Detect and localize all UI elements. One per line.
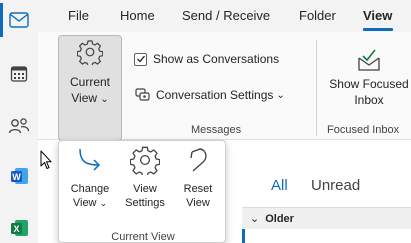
current-view-label-line2: View ⌄ <box>71 91 109 105</box>
view-settings-label-line1: View <box>133 183 157 195</box>
view-settings-button[interactable]: View Settings <box>118 145 172 210</box>
current-view-button[interactable]: Current View ⌄ <box>58 35 122 141</box>
conversation-settings-label: Conversation Settings <box>156 88 274 102</box>
svg-text:X: X <box>13 224 19 234</box>
excel-app-button[interactable]: X <box>0 210 38 243</box>
gear-icon <box>77 40 103 65</box>
menu-send-receive[interactable]: Send / Receive <box>182 8 270 23</box>
gear-icon <box>130 146 160 175</box>
older-label: Older <box>265 212 294 225</box>
message-list-item[interactable] <box>242 229 411 243</box>
view-settings-label-line2: Settings <box>125 197 165 209</box>
checkbox-icon <box>134 52 147 66</box>
reset-icon <box>190 148 207 172</box>
menu-bar: File Home Send / Receive Folder View <box>38 0 411 32</box>
focused-inbox-icon <box>358 49 380 71</box>
chevron-down-icon: ⌄ <box>100 94 109 105</box>
show-focused-label-line2: Inbox <box>354 93 384 107</box>
reset-view-label-line2: View <box>186 197 210 209</box>
reset-view-button[interactable]: Reset View <box>175 145 221 210</box>
calendar-nav-button[interactable] <box>0 56 38 92</box>
word-icon: W <box>11 168 28 184</box>
current-view-label-line1: Current <box>69 75 110 89</box>
group-separator <box>316 40 317 136</box>
tab-all[interactable]: All <box>271 177 288 194</box>
mail-icon <box>9 12 29 28</box>
menu-folder[interactable]: Folder <box>299 8 336 23</box>
word-app-button[interactable]: W <box>0 158 38 194</box>
app-nav-bar: W X <box>0 0 38 243</box>
menu-file[interactable]: File <box>68 8 89 23</box>
change-view-button[interactable]: Change View ⌄ <box>65 145 115 210</box>
reset-view-label-line1: Reset <box>183 183 213 195</box>
current-view-group-label: Current View <box>111 231 175 243</box>
calendar-icon <box>10 66 28 82</box>
menu-home[interactable]: Home <box>120 8 155 23</box>
change-view-arrow-icon <box>79 148 101 171</box>
svg-text:W: W <box>12 172 21 182</box>
chevron-down-icon: ⌄ <box>250 213 260 225</box>
menu-view[interactable]: View <box>363 8 392 23</box>
change-view-label-line1: Change <box>70 183 110 195</box>
show-as-conversations-checkbox[interactable]: Show as Conversations <box>134 52 279 66</box>
tab-unread[interactable]: Unread <box>311 177 360 194</box>
conversation-settings-icon <box>135 88 150 101</box>
chevron-down-icon: ⌄ <box>99 198 108 208</box>
change-view-label-line2: View ⌄ <box>72 197 108 209</box>
mail-nav-button[interactable] <box>0 2 38 38</box>
conversation-settings-button[interactable]: Conversation Settings ⌄ <box>135 88 285 102</box>
show-as-conversations-label: Show as Conversations <box>153 52 280 66</box>
show-focused-label-line1: Show Focused <box>329 77 409 91</box>
focused-inbox-group-label: Focused Inbox <box>327 124 400 136</box>
mouse-pointer-icon <box>40 150 52 169</box>
people-icon <box>8 118 30 134</box>
active-tab-underline <box>363 28 393 31</box>
older-group-header[interactable]: ⌄ Older <box>242 207 411 229</box>
excel-icon: X <box>11 220 28 236</box>
chevron-down-icon: ⌄ <box>276 89 285 101</box>
people-nav-button[interactable] <box>0 108 38 144</box>
messages-group-label: Messages <box>191 124 242 136</box>
show-focused-inbox-button[interactable]: Show Focused Inbox <box>324 48 411 108</box>
current-view-dropdown: Change View ⌄ View Settings Reset View C… <box>58 140 226 243</box>
ribbon: Current View ⌄ Show as Conversations Con… <box>38 32 411 141</box>
